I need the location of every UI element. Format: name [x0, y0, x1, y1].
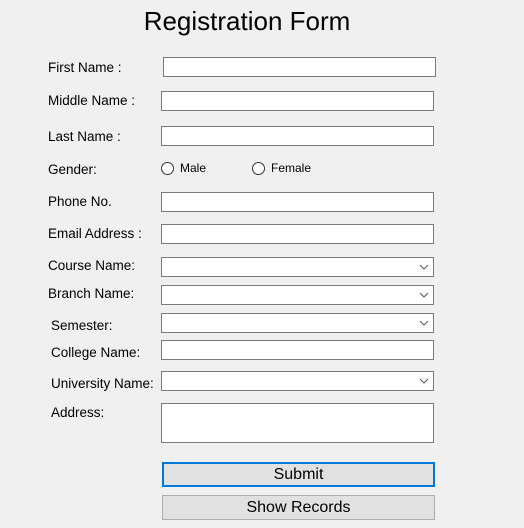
- address-label: Address:: [51, 405, 105, 420]
- phone-input[interactable]: [161, 192, 434, 212]
- email-label: Email Address :: [48, 226, 142, 241]
- gender-label: Gender:: [48, 162, 97, 177]
- chevron-down-icon: [419, 292, 429, 298]
- chevron-down-icon: [419, 264, 429, 270]
- first-name-label: First Name :: [48, 60, 122, 75]
- gender-female-radio[interactable]: Female: [252, 161, 311, 175]
- address-textarea[interactable]: [161, 403, 434, 443]
- branch-label: Branch Name:: [48, 286, 135, 301]
- university-select[interactable]: [161, 371, 434, 391]
- phone-label: Phone No.: [48, 194, 112, 209]
- form-title: Registration Form: [143, 6, 351, 36]
- last-name-label: Last Name :: [48, 129, 121, 144]
- chevron-down-icon: [419, 378, 429, 384]
- chevron-down-icon: [419, 320, 429, 326]
- middle-name-input[interactable]: [161, 91, 434, 111]
- last-name-input[interactable]: [161, 126, 434, 146]
- gender-male-label: Male: [180, 161, 207, 175]
- submit-button[interactable]: Submit: [162, 462, 435, 487]
- university-label: University Name:: [51, 376, 154, 391]
- middle-name-label: Middle Name :: [48, 93, 136, 108]
- college-label: College Name:: [51, 345, 141, 360]
- course-label: Course Name:: [48, 258, 136, 273]
- semester-select[interactable]: [161, 313, 434, 333]
- gender-female-label: Female: [271, 161, 312, 175]
- email-input[interactable]: [161, 224, 434, 244]
- college-input[interactable]: [161, 340, 434, 360]
- gender-male-radio[interactable]: Male: [161, 161, 206, 175]
- semester-label: Semester:: [51, 318, 113, 333]
- radio-circle-icon: [161, 161, 174, 175]
- branch-select[interactable]: [161, 285, 434, 305]
- show-records-button[interactable]: Show Records: [162, 495, 435, 520]
- first-name-input[interactable]: [163, 57, 436, 77]
- course-select[interactable]: [161, 257, 434, 277]
- radio-circle-icon: [252, 161, 265, 175]
